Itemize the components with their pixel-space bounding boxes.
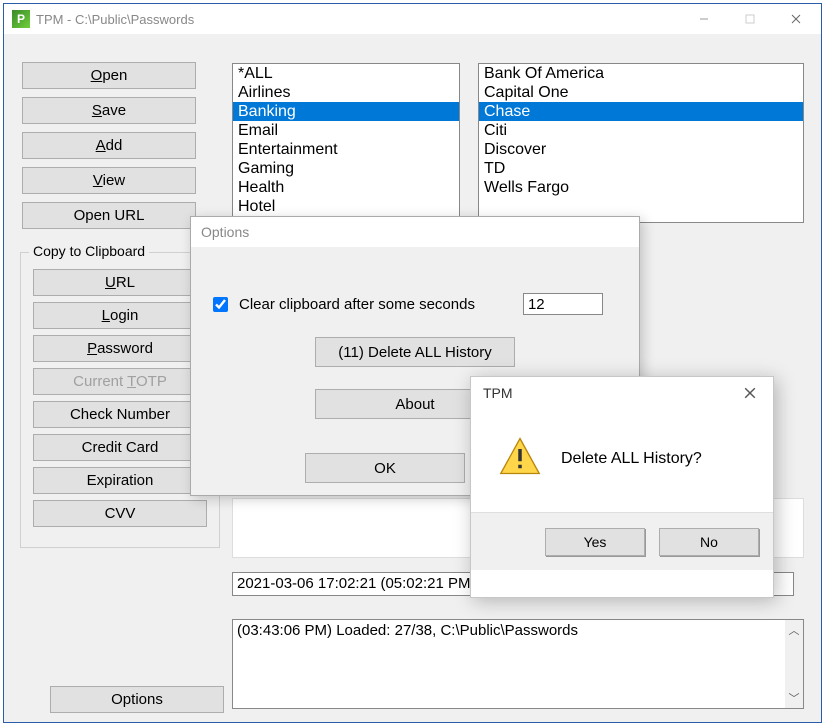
account-item[interactable]: Capital One	[479, 83, 803, 102]
minimize-button[interactable]	[681, 4, 727, 34]
log-scrollbar[interactable]: ︿ ﹀	[785, 620, 803, 708]
account-list[interactable]: Bank Of AmericaCapital OneChaseCitiDisco…	[478, 63, 804, 223]
category-item[interactable]: Gaming	[233, 159, 459, 178]
delete-all-history-button[interactable]: (11) Delete ALL History	[315, 337, 515, 367]
clear-clipboard-checkbox[interactable]	[213, 297, 228, 312]
account-item[interactable]: Citi	[479, 121, 803, 140]
category-list[interactable]: *ALLAirlinesBankingEmailEntertainmentGam…	[232, 63, 460, 223]
confirm-dialog: TPM Delete ALL History? Yes No	[470, 376, 774, 598]
copy-password-button[interactable]: Password	[33, 335, 207, 362]
copy-login-button[interactable]: Login	[33, 302, 207, 329]
account-item[interactable]: TD	[479, 159, 803, 178]
options-dialog-title: Options	[191, 217, 639, 247]
warning-icon	[499, 435, 541, 482]
category-item[interactable]: Airlines	[233, 83, 459, 102]
copy-expiration-button[interactable]: Expiration	[33, 467, 207, 494]
open-button[interactable]: Open	[22, 62, 196, 89]
confirm-yes-button[interactable]: Yes	[545, 528, 645, 556]
open-url-button[interactable]: Open URL	[22, 202, 196, 229]
scroll-up-icon[interactable]: ︿	[789, 620, 800, 640]
maximize-button[interactable]	[727, 4, 773, 34]
group-label: Copy to Clipboard	[29, 243, 149, 259]
options-button[interactable]: Options	[50, 686, 224, 713]
save-button[interactable]: Save	[22, 97, 196, 124]
account-item[interactable]: Wells Fargo	[479, 178, 803, 197]
confirm-dialog-title: TPM	[483, 385, 513, 401]
category-item[interactable]: *ALL	[233, 64, 459, 83]
window-title: TPM - C:\Public\Passwords	[36, 12, 194, 27]
main-button-column: Open Save Add View Open URL	[22, 62, 196, 237]
category-item[interactable]: Health	[233, 178, 459, 197]
titlebar: P TPM - C:\Public\Passwords	[4, 4, 821, 34]
copy-check-number-button[interactable]: Check Number	[33, 401, 207, 428]
account-item[interactable]: Chase	[479, 102, 803, 121]
copy-credit-card-button[interactable]: Credit Card	[33, 434, 207, 461]
copy-url-button[interactable]: URL	[33, 269, 207, 296]
app-icon: P	[12, 10, 30, 28]
close-button[interactable]	[773, 4, 819, 34]
log-line: (03:43:06 PM) Loaded: 27/38, C:\Public\P…	[237, 622, 578, 639]
category-item[interactable]: Hotel	[233, 197, 459, 216]
copy-totp-button: Current TOTP	[33, 368, 207, 395]
options-ok-button[interactable]: OK	[305, 453, 465, 483]
confirm-no-button[interactable]: No	[659, 528, 759, 556]
scroll-down-icon[interactable]: ﹀	[789, 688, 800, 708]
view-button[interactable]: View	[22, 167, 196, 194]
category-item[interactable]: Entertainment	[233, 140, 459, 159]
account-item[interactable]: Discover	[479, 140, 803, 159]
account-item[interactable]: Bank Of America	[479, 64, 803, 83]
clipboard-seconds-input[interactable]	[523, 293, 603, 315]
copy-cvv-button[interactable]: CVV	[33, 500, 207, 527]
confirm-close-button[interactable]	[735, 379, 765, 407]
category-item[interactable]: Email	[233, 121, 459, 140]
log-box: (03:43:06 PM) Loaded: 27/38, C:\Public\P…	[232, 619, 804, 709]
add-button[interactable]: Add	[22, 132, 196, 159]
category-item[interactable]: Banking	[233, 102, 459, 121]
clear-clipboard-label: Clear clipboard after some seconds	[239, 296, 475, 313]
confirm-message: Delete ALL History?	[561, 450, 702, 468]
